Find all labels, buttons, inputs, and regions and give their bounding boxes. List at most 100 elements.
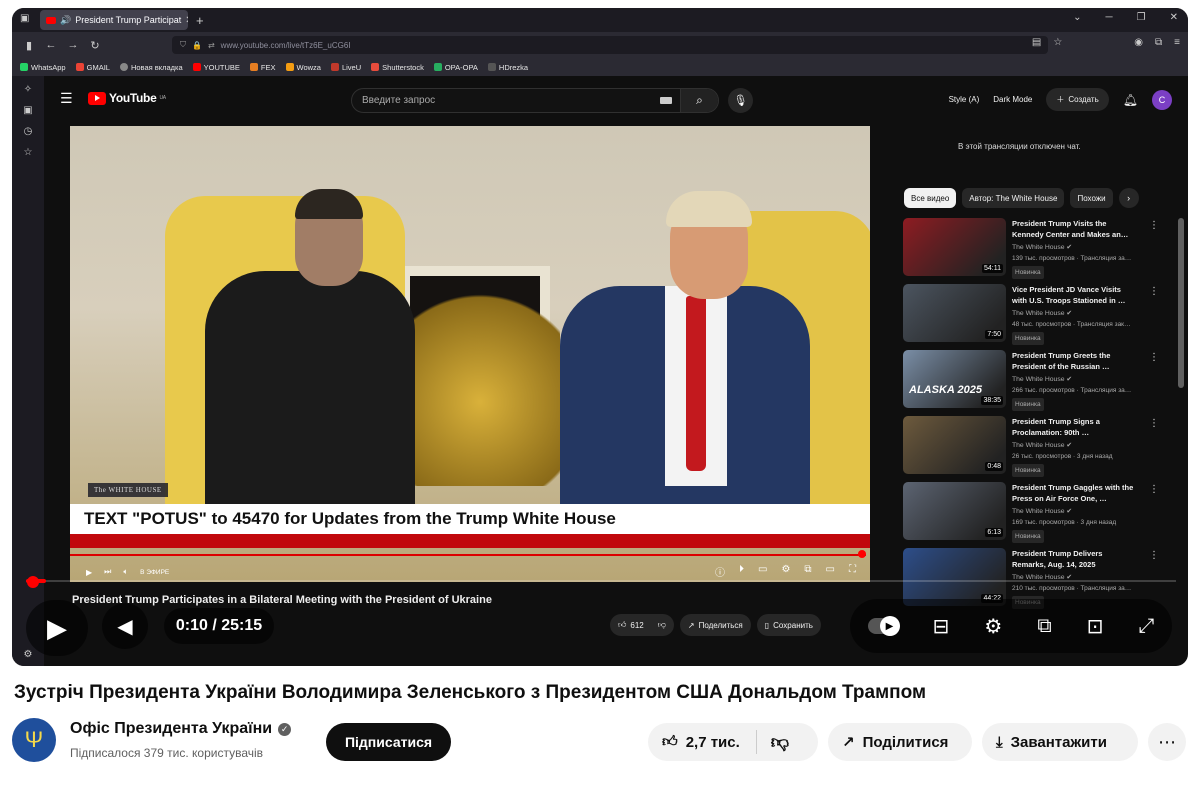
channel-name-row[interactable]: Офіс Президента України ✓ bbox=[70, 720, 292, 738]
like-button[interactable]: 👍︎ 2,7 тис. bbox=[648, 730, 757, 754]
bookmark-star-icon[interactable]: ☆ bbox=[1053, 37, 1062, 48]
chip-by-author[interactable]: Автор: The White House bbox=[962, 188, 1065, 208]
more-vertical-icon[interactable]: ⋮ bbox=[1149, 220, 1159, 231]
more-vertical-icon[interactable]: ⋮ bbox=[1149, 286, 1159, 297]
recommendation-item[interactable]: ALASKA 2025 38:35 President Trump Greets t… bbox=[903, 350, 1165, 416]
history-icon[interactable]: ◷ bbox=[24, 126, 33, 137]
recommendation-channel[interactable]: The White House ✔ bbox=[1012, 374, 1137, 385]
browser-tab[interactable]: 🔊 President Trump Participat ✕ bbox=[40, 10, 188, 30]
ai-chat-icon[interactable]: ✧ bbox=[24, 84, 32, 95]
inner-fullscreen-icon[interactable]: ⛶ bbox=[849, 564, 856, 579]
video-overlay-title[interactable]: President Trump Participates in a Bilate… bbox=[72, 594, 492, 606]
recommendation-item[interactable]: 6:13 President Trump Gaggles with the Pre… bbox=[903, 482, 1165, 548]
more-vertical-icon[interactable]: ⋮ bbox=[1149, 352, 1159, 363]
speaker-icon[interactable]: 🔊 bbox=[60, 15, 71, 26]
video-thumbnail[interactable]: 54:11 bbox=[903, 218, 1006, 276]
chip-related[interactable]: Похожи bbox=[1070, 188, 1113, 208]
recommendation-channel[interactable]: The White House ✔ bbox=[1012, 242, 1137, 253]
dark-mode-toggle[interactable]: Dark Mode bbox=[993, 95, 1032, 104]
progress-scrubber-handle[interactable] bbox=[27, 576, 39, 588]
bookmarks-star-icon[interactable]: ☆ bbox=[24, 147, 33, 158]
progress-track[interactable] bbox=[26, 580, 1176, 582]
video-thumbnail[interactable]: 6:13 bbox=[903, 482, 1006, 540]
more-vertical-icon[interactable]: ⋮ bbox=[1149, 484, 1159, 495]
inner-subtitles-icon[interactable]: ▭ bbox=[758, 564, 767, 579]
extensions-icon[interactable]: ⧉ bbox=[1155, 37, 1162, 48]
subtitles-icon[interactable]: ⊟ bbox=[933, 614, 950, 639]
bookmark-gmail[interactable]: GMAIL bbox=[75, 63, 110, 72]
play-button[interactable]: ▶ bbox=[26, 600, 88, 656]
recommendation-channel[interactable]: The White House ✔ bbox=[1012, 308, 1137, 319]
autoplay-toggle[interactable] bbox=[867, 616, 900, 636]
sidebar-toggle-icon[interactable]: ▮ bbox=[18, 39, 40, 52]
search-button[interactable]: ⌕ bbox=[680, 89, 718, 112]
share-button[interactable]: ↗ Поділитися bbox=[828, 723, 972, 761]
account-icon[interactable]: ◉ bbox=[1134, 37, 1143, 48]
hamburger-menu-icon[interactable]: ☰ bbox=[60, 90, 73, 107]
account-avatar[interactable]: C bbox=[1152, 89, 1172, 110]
keyboard-icon[interactable] bbox=[660, 97, 672, 104]
inner-theater-icon[interactable]: ▭ bbox=[826, 564, 835, 579]
channel-name[interactable]: Офіс Президента України bbox=[70, 720, 272, 738]
video-frame[interactable]: The WHITE HOUSE TEXT "POTUS" to 45470 fo… bbox=[70, 126, 870, 582]
bookmark-opa-opa[interactable]: OPA-OPA bbox=[433, 63, 478, 72]
theater-mode-icon[interactable]: ⊡ bbox=[1087, 614, 1104, 639]
maximize-icon[interactable]: ❐ bbox=[1137, 12, 1146, 23]
tab-overflow-icon[interactable]: ⌄ bbox=[1073, 12, 1081, 23]
voice-search-icon[interactable]: 🎙 bbox=[728, 88, 753, 113]
recommendation-channel[interactable]: The White House ✔ bbox=[1012, 506, 1137, 517]
recommendation-title[interactable]: President Trump Greets the President of … bbox=[1012, 350, 1137, 372]
inner-play-icon[interactable]: ▶ bbox=[86, 568, 92, 577]
inner-like-button[interactable]: 👍︎ 612 👎︎ bbox=[610, 614, 674, 636]
bookmark-hdrezka[interactable]: HDrezka bbox=[487, 63, 528, 72]
inner-progress-bar[interactable] bbox=[70, 554, 866, 556]
settings-gear-icon[interactable]: ⚙ bbox=[984, 614, 1002, 639]
live-indicator[interactable]: В ЭФИРЕ bbox=[140, 569, 169, 576]
address-bar[interactable]: ⛉ 🔒 ⇄ www.youtube.com/live/tTz6E_uCG6I bbox=[172, 36, 1048, 54]
recommendation-item[interactable]: 0:48 President Trump Signs a Proclamation… bbox=[903, 416, 1165, 482]
save-page-icon[interactable]: ▣ bbox=[23, 105, 32, 116]
download-button[interactable]: ⤓ Завантажити bbox=[982, 723, 1138, 761]
bookmark-shutterstock[interactable]: Shutterstock bbox=[371, 63, 424, 72]
bookmark-wowza[interactable]: Wowza bbox=[285, 63, 321, 72]
miniplayer-icon[interactable]: ⧉ bbox=[1037, 615, 1051, 638]
minimize-icon[interactable]: ─ bbox=[1106, 12, 1113, 23]
more-actions-button[interactable]: ⋯ bbox=[1148, 723, 1186, 761]
inner-volume-icon[interactable]: 🔈︎ bbox=[123, 567, 128, 577]
close-window-icon[interactable]: ✕ bbox=[1170, 12, 1178, 23]
recommendations-scrollbar[interactable] bbox=[1178, 218, 1184, 388]
bookmark-whatsapp[interactable]: WhatsApp bbox=[20, 63, 66, 72]
recommendation-channel[interactable]: The White House ✔ bbox=[1012, 440, 1137, 451]
inner-save-button[interactable]: ▯ Сохранить bbox=[756, 614, 821, 636]
inner-settings-icon[interactable]: ⚙ bbox=[781, 564, 790, 579]
recommendation-title[interactable]: President Trump Visits the Kennedy Cente… bbox=[1012, 218, 1137, 240]
video-thumbnail[interactable]: ALASKA 2025 38:35 bbox=[903, 350, 1006, 408]
channel-avatar[interactable]: Ψ bbox=[12, 718, 56, 762]
create-button[interactable]: ＋ Создать bbox=[1046, 88, 1109, 111]
inner-next-icon[interactable]: ⏭ bbox=[104, 567, 111, 577]
youtube-logo[interactable]: YouTube UA bbox=[88, 91, 166, 105]
video-thumbnail[interactable]: 44:22 bbox=[903, 548, 1006, 606]
fullscreen-icon[interactable]: ⤢ bbox=[1138, 615, 1154, 638]
more-vertical-icon[interactable]: ⋮ bbox=[1149, 550, 1159, 561]
recommendation-title[interactable]: President Trump Gaggles with the Press o… bbox=[1012, 482, 1137, 504]
chip-all-videos[interactable]: Все видео bbox=[904, 188, 957, 208]
video-thumbnail[interactable]: 0:48 bbox=[903, 416, 1006, 474]
subscribe-button[interactable]: Підписатися bbox=[326, 723, 451, 761]
mute-button[interactable]: ◀ bbox=[102, 603, 148, 649]
new-tab-button[interactable]: + bbox=[196, 13, 204, 28]
dislike-button[interactable]: 👎︎ bbox=[757, 731, 789, 753]
close-tab-icon[interactable]: ✕ bbox=[185, 15, 188, 26]
inner-info-icon[interactable]: ⓘ bbox=[715, 564, 725, 579]
recommendation-title[interactable]: Vice President JD Vance Visits with U.S.… bbox=[1012, 284, 1137, 306]
inner-progress-handle[interactable] bbox=[858, 550, 866, 558]
inner-miniplayer-icon[interactable]: ⧉ bbox=[804, 564, 811, 579]
bookmark-new-tab[interactable]: Новая вкладка bbox=[119, 63, 183, 72]
video-thumbnail[interactable]: 7:50 bbox=[903, 284, 1006, 342]
search-box[interactable]: Введите запрос ⌕ bbox=[351, 88, 719, 113]
tab-list-icon[interactable]: ▣ bbox=[20, 13, 29, 24]
inner-share-button[interactable]: ↗ Поделиться bbox=[679, 614, 751, 636]
recommendation-item[interactable]: 7:50 Vice President JD Vance Visits with … bbox=[903, 284, 1165, 350]
recommendation-title[interactable]: President Trump Delivers Remarks, Aug. 1… bbox=[1012, 548, 1137, 570]
bookmark-liveu[interactable]: LiveU bbox=[330, 63, 361, 72]
